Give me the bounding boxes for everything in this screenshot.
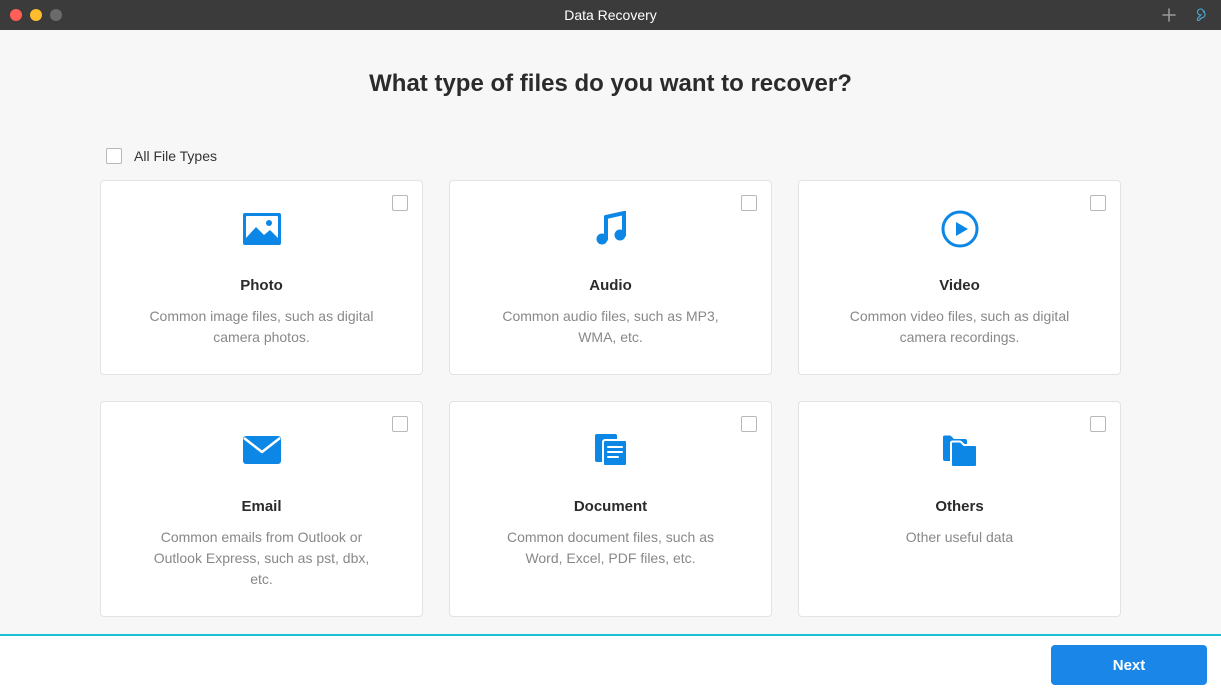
audio-desc: Common audio files, such as MP3, WMA, et…: [491, 306, 731, 348]
photo-checkbox[interactable]: [392, 195, 408, 211]
card-video[interactable]: Video Common video files, such as digita…: [798, 180, 1121, 375]
main-content: What type of files do you want to recove…: [0, 30, 1221, 617]
video-icon: [940, 207, 980, 251]
photo-title: Photo: [240, 277, 283, 294]
plus-icon[interactable]: [1161, 7, 1177, 23]
maximize-window-button[interactable]: [50, 9, 62, 21]
titlebar-actions: [1161, 6, 1211, 24]
card-others[interactable]: Others Other useful data: [798, 401, 1121, 617]
close-window-button[interactable]: [10, 9, 22, 21]
email-desc: Common emails from Outlook or Outlook Ex…: [142, 527, 382, 590]
others-title: Others: [935, 498, 983, 515]
photo-desc: Common image files, such as digital came…: [142, 306, 382, 348]
all-file-types-row[interactable]: All File Types: [100, 148, 1121, 164]
audio-checkbox[interactable]: [741, 195, 757, 211]
video-checkbox[interactable]: [1090, 195, 1106, 211]
window-title: Data Recovery: [564, 7, 657, 23]
card-document[interactable]: Document Common document files, such as …: [449, 401, 772, 617]
email-checkbox[interactable]: [392, 416, 408, 432]
window-controls: [10, 9, 62, 21]
email-title: Email: [241, 498, 281, 515]
audio-title: Audio: [589, 277, 632, 294]
card-audio[interactable]: Audio Common audio files, such as MP3, W…: [449, 180, 772, 375]
minimize-window-button[interactable]: [30, 9, 42, 21]
others-icon: [940, 428, 980, 472]
titlebar: Data Recovery: [0, 0, 1221, 30]
page-heading: What type of files do you want to recove…: [100, 70, 1121, 98]
photo-icon: [242, 207, 282, 251]
footer-bar: Next: [0, 634, 1221, 694]
others-desc: Other useful data: [906, 527, 1013, 548]
document-checkbox[interactable]: [741, 416, 757, 432]
video-title: Video: [939, 277, 980, 294]
key-icon[interactable]: [1193, 6, 1211, 24]
file-type-grid: Photo Common image files, such as digita…: [100, 180, 1121, 617]
video-desc: Common video files, such as digital came…: [840, 306, 1080, 348]
next-button[interactable]: Next: [1051, 645, 1207, 685]
others-checkbox[interactable]: [1090, 416, 1106, 432]
document-desc: Common document files, such as Word, Exc…: [491, 527, 731, 569]
document-icon: [592, 428, 630, 472]
all-file-types-label: All File Types: [134, 148, 217, 164]
all-file-types-checkbox[interactable]: [106, 148, 122, 164]
card-email[interactable]: Email Common emails from Outlook or Outl…: [100, 401, 423, 617]
audio-icon: [594, 207, 628, 251]
document-title: Document: [574, 498, 647, 515]
email-icon: [242, 428, 282, 472]
card-photo[interactable]: Photo Common image files, such as digita…: [100, 180, 423, 375]
